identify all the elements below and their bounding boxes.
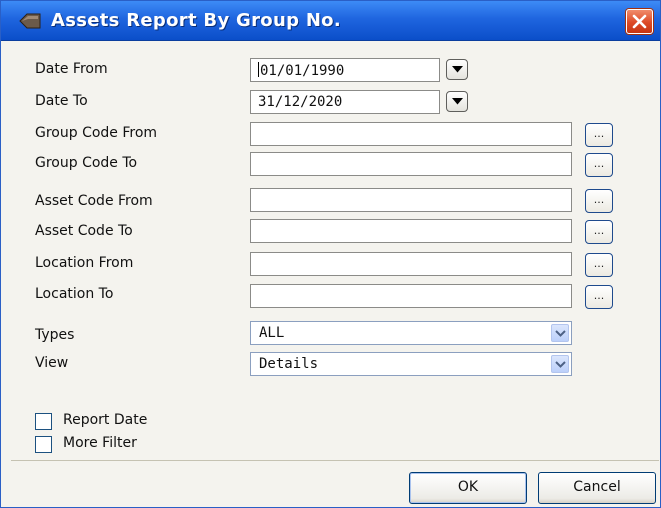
- asset-code-from-input[interactable]: [250, 188, 572, 212]
- cancel-button-label: Cancel: [573, 479, 621, 495]
- types-dropdown-button[interactable]: [551, 324, 569, 342]
- group-code-to-browse-button[interactable]: ...: [585, 153, 613, 177]
- location-from-browse-button[interactable]: ...: [585, 253, 613, 277]
- date-to-dropdown-button[interactable]: [446, 91, 468, 112]
- group-code-from-browse-button[interactable]: ...: [585, 123, 613, 147]
- report-dialog: Assets Report By Group No. Date From 01/…: [0, 0, 661, 508]
- location-from-input[interactable]: [250, 252, 572, 276]
- report-date-checkbox[interactable]: [35, 413, 52, 430]
- location-to-label: Location To: [35, 286, 114, 302]
- group-code-to-input[interactable]: [250, 152, 572, 176]
- location-to-browse-button[interactable]: ...: [585, 285, 613, 309]
- window-title: Assets Report By Group No.: [51, 10, 341, 31]
- date-from-label: Date From: [35, 61, 108, 77]
- types-select[interactable]: ALL: [250, 321, 572, 345]
- asset-code-from-label: Asset Code From: [35, 193, 153, 209]
- date-from-value: 01/01/1990: [260, 63, 345, 79]
- asset-code-to-label: Asset Code To: [35, 223, 133, 239]
- asset-code-to-input[interactable]: [250, 219, 572, 243]
- location-from-label: Location From: [35, 255, 134, 271]
- view-label: View: [35, 355, 69, 371]
- view-selected-value: Details: [259, 356, 319, 372]
- diamond-app-icon: [19, 13, 41, 33]
- group-code-from-input[interactable]: [250, 122, 572, 146]
- date-from-dropdown-button[interactable]: [446, 59, 468, 80]
- types-selected-value: ALL: [259, 325, 285, 341]
- ok-button[interactable]: OK: [409, 472, 527, 504]
- text-caret: [258, 62, 259, 77]
- date-to-value: 31/12/2020: [258, 94, 343, 110]
- more-filter-label: More Filter: [63, 435, 137, 451]
- location-to-input[interactable]: [250, 284, 572, 308]
- report-date-label: Report Date: [63, 412, 148, 428]
- date-to-label: Date To: [35, 93, 88, 109]
- date-from-input[interactable]: 01/01/1990: [250, 58, 440, 82]
- asset-code-from-browse-button[interactable]: ...: [585, 189, 613, 213]
- asset-code-to-browse-button[interactable]: ...: [585, 220, 613, 244]
- ok-button-label: OK: [457, 479, 479, 495]
- chevron-down-icon: [452, 98, 463, 105]
- button-divider: [11, 460, 659, 461]
- view-dropdown-button[interactable]: [551, 355, 569, 373]
- date-to-input[interactable]: 31/12/2020: [250, 90, 440, 114]
- chevron-down-icon: [555, 361, 566, 368]
- group-code-to-label: Group Code To: [35, 155, 138, 171]
- types-label: Types: [35, 327, 75, 343]
- view-select[interactable]: Details: [250, 352, 572, 376]
- chevron-down-icon: [555, 330, 566, 337]
- group-code-from-label: Group Code From: [35, 125, 158, 141]
- cancel-button[interactable]: Cancel: [538, 472, 656, 504]
- close-icon: [632, 14, 647, 29]
- more-filter-checkbox[interactable]: [35, 436, 52, 453]
- close-button[interactable]: [626, 9, 653, 34]
- chevron-down-icon: [452, 66, 463, 73]
- title-bar[interactable]: Assets Report By Group No.: [1, 1, 660, 41]
